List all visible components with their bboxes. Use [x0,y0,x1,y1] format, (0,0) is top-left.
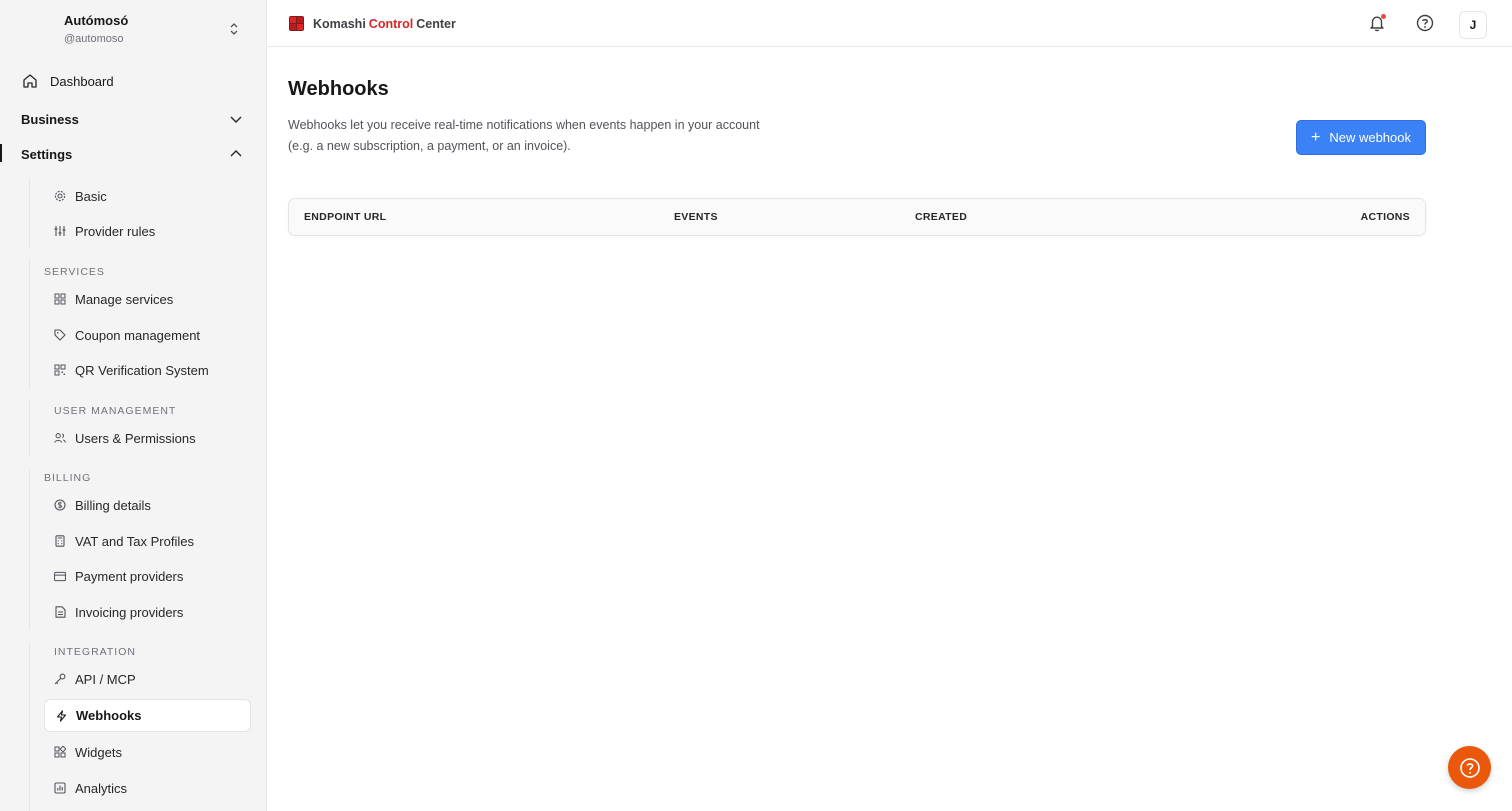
column-header-actions: ACTIONS [1360,211,1410,223]
section-label-services: SERVICES [44,266,105,278]
sidebar-item-label: QR Verification System [75,362,209,378]
brand[interactable]: Komashi Control Center [289,16,456,31]
account-switcher[interactable]: Autómosó @automoso [64,13,244,49]
chevron-up-down-icon [230,23,238,35]
tree-line [29,178,30,248]
sidebar-item-label: Users & Permissions [75,430,196,446]
nav-business[interactable]: Business [21,110,251,128]
sidebar-item-label: API / MCP [75,671,136,687]
question-circle-icon [1416,14,1434,32]
sidebar: Autómosó @automoso Dashboard Business Se… [0,0,267,811]
brand-logo-icon [289,16,304,31]
widgets-icon [54,746,66,758]
sidebar-item-payment-providers[interactable]: Payment providers [44,560,251,592]
sidebar-item-users-permissions[interactable]: Users & Permissions [44,422,251,454]
dollar-circle-icon [54,499,66,511]
account-name: Autómosó [64,13,129,28]
chart-icon [54,782,66,794]
tree-line [29,470,30,630]
sidebar-item-label: Basic [75,188,107,204]
column-header-events[interactable]: EVENTS [674,211,718,223]
tree-line [29,400,30,455]
new-webhook-button[interactable]: + New webhook [1296,120,1426,155]
calculator-icon [54,535,66,547]
grid-icon [54,293,66,305]
top-header: Komashi Control Center J [267,0,1512,47]
nav-dashboard-label: Dashboard [50,73,114,89]
sidebar-item-label: Invoicing providers [75,604,184,620]
section-label-billing: BILLING [44,472,92,484]
nav-business-label: Business [21,111,79,127]
credit-card-icon [54,570,66,582]
plus-icon: + [1311,128,1321,146]
sidebar-item-label: Manage services [75,291,174,307]
nav-settings[interactable]: Settings [21,145,251,163]
section-label-user-management: USER MANAGEMENT [54,405,177,417]
sidebar-item-label: Webhooks [76,708,142,723]
active-indicator [0,144,2,162]
tag-icon [54,329,66,341]
sidebar-item-webhooks[interactable]: Webhooks [44,699,251,732]
sliders-icon [54,225,66,237]
sidebar-item-widgets[interactable]: Widgets [44,736,251,768]
avatar[interactable]: J [1459,11,1487,39]
page-description: Webhooks let you receive real-time notif… [288,118,760,153]
sidebar-item-basic[interactable]: Basic [44,180,251,212]
sidebar-item-analytics[interactable]: Analytics [44,772,251,804]
question-circle-icon [1459,757,1480,778]
sidebar-item-label: VAT and Tax Profiles [75,533,194,549]
lightning-icon [55,709,67,722]
users-icon [54,432,66,444]
sidebar-item-coupon-management[interactable]: Coupon management [44,319,251,351]
sidebar-item-vat-tax[interactable]: VAT and Tax Profiles [44,525,251,557]
nav-dashboard[interactable]: Dashboard [22,73,114,89]
brand-name-part1: Komashi [313,16,366,31]
sidebar-item-invoicing-providers[interactable]: Invoicing providers [44,596,251,628]
chevron-up-icon [230,150,242,157]
page-title: Webhooks [288,78,389,100]
sidebar-item-qr-verification[interactable]: QR Verification System [44,354,251,386]
qr-code-icon [54,364,66,376]
notifications-button[interactable] [1367,13,1387,33]
notification-badge [1381,14,1386,19]
column-header-created[interactable]: CREATED [915,211,967,223]
nav-settings-label: Settings [21,146,73,162]
sidebar-item-manage-services[interactable]: Manage services [44,283,251,315]
sidebar-item-billing-details[interactable]: Billing details [44,489,251,521]
sidebar-item-label: Analytics [75,780,128,796]
section-label-integration: INTEGRATION [54,646,136,658]
account-handle: @automoso [64,33,124,45]
key-icon [54,673,66,685]
column-header-endpoint-url[interactable]: ENDPOINT URL [304,211,386,223]
support-fab-button[interactable] [1448,746,1491,789]
gear-icon [54,190,66,202]
webhooks-table: ENDPOINT URL EVENTS CREATED ACTIONS [288,198,1426,236]
brand-name-part3: Center [416,16,456,31]
sidebar-item-api-mcp[interactable]: API / MCP [44,663,251,695]
home-icon [23,74,37,88]
tree-line [29,260,30,388]
sidebar-item-label: Provider rules [75,223,156,239]
brand-name-part2: Control [368,16,414,31]
sidebar-item-label: Widgets [75,744,122,760]
help-button[interactable] [1415,13,1435,33]
sidebar-item-label: Billing details [75,497,151,513]
tree-line [29,644,30,811]
document-icon [54,606,66,618]
new-webhook-label: New webhook [1329,130,1411,145]
sidebar-item-label: Payment providers [75,568,184,584]
sidebar-item-provider-rules[interactable]: Provider rules [44,215,251,247]
sidebar-item-label: Coupon management [75,327,201,343]
chevron-down-icon [230,116,242,123]
